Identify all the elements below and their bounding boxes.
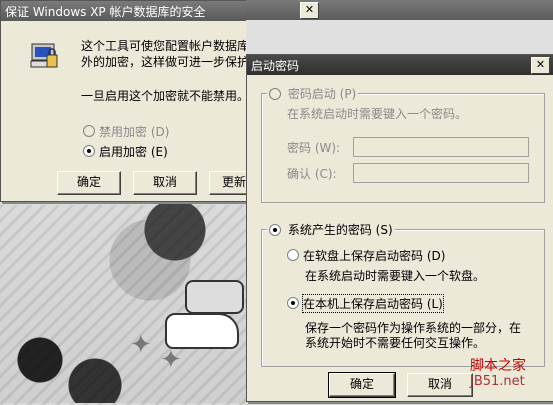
syskey-close-button[interactable]: ✕	[300, 2, 319, 19]
syskey-warning: 一旦启用这个加密就不能禁用。	[81, 89, 250, 103]
startup-key-dialog: 启动密码 ✕ 密码启动 (P) 在系统启动时需要键入一个密码。 密码 (W): …	[246, 54, 553, 402]
startup-key-close-button[interactable]: ✕	[531, 56, 550, 74]
syskey-cancel-button[interactable]: 取消	[133, 171, 197, 195]
system-key-radio[interactable]	[269, 223, 281, 236]
password-startup-option[interactable]: 密码启动 (P)	[267, 85, 359, 102]
disable-encryption-label: 禁用加密 (D)	[99, 125, 170, 139]
wallpaper-figure	[185, 280, 244, 314]
syskey-titlebar-extension: ✕	[246, 0, 553, 20]
startup-key-title: 启动密码	[251, 58, 300, 73]
confirm-input[interactable]	[353, 163, 529, 183]
disable-encryption-radio[interactable]	[83, 125, 95, 137]
store-locally-label[interactable]: 在本机上保存启动密码 (L)	[302, 294, 444, 313]
store-on-floppy-hint: 在系统启动时需要键入一个软盘。	[305, 269, 486, 283]
store-on-floppy-label[interactable]: 在软盘上保存启动密码 (D)	[303, 247, 445, 264]
store-locally-radio[interactable]	[287, 297, 299, 309]
site-watermark: 脚本之家 JB51.net	[470, 358, 526, 390]
wallpaper-shoe	[165, 313, 239, 349]
password-startup-radio[interactable]	[269, 87, 281, 100]
startup-key-cancel-button[interactable]: 取消	[407, 373, 473, 397]
confirm-label: 确认 (C):	[287, 167, 337, 181]
wallpaper-star: ✦	[160, 345, 182, 375]
password-label: 密码 (W):	[287, 141, 341, 155]
wallpaper-star: ✦	[130, 330, 152, 360]
watermark-line-1: 脚本之家	[470, 358, 526, 374]
syskey-ok-button[interactable]: 确定	[57, 171, 121, 195]
store-on-floppy-radio[interactable]	[287, 249, 299, 261]
startup-key-titlebar: 启动密码 ✕	[247, 55, 553, 75]
system-key-label: 系统产生的密码 (S)	[287, 223, 393, 237]
enable-encryption-radio[interactable]	[83, 145, 95, 157]
password-input[interactable]	[353, 137, 529, 157]
watermark-line-2: JB51.net	[470, 374, 525, 389]
system-key-option[interactable]: 系统产生的密码 (S)	[267, 221, 395, 238]
password-startup-label: 密码启动 (P)	[287, 87, 357, 101]
store-locally-hint-line-2: 系统开始时不需要任何交互操作。	[305, 336, 486, 350]
enable-encryption-label: 启用加密 (E)	[99, 145, 168, 159]
startup-key-ok-button[interactable]: 确定	[328, 372, 396, 398]
syskey-titlebar: 保证 Windows XP 帐户数据库的安全	[1, 1, 247, 21]
password-startup-hint: 在系统启动时需要键入一个密码。	[287, 107, 468, 121]
computer-lock-icon	[29, 41, 61, 73]
syskey-dialog: 保证 Windows XP 帐户数据库的安全 这个工具可使您配置帐户数据库以便启…	[0, 0, 309, 202]
syskey-title: 保证 Windows XP 帐户数据库的安全	[5, 4, 206, 19]
